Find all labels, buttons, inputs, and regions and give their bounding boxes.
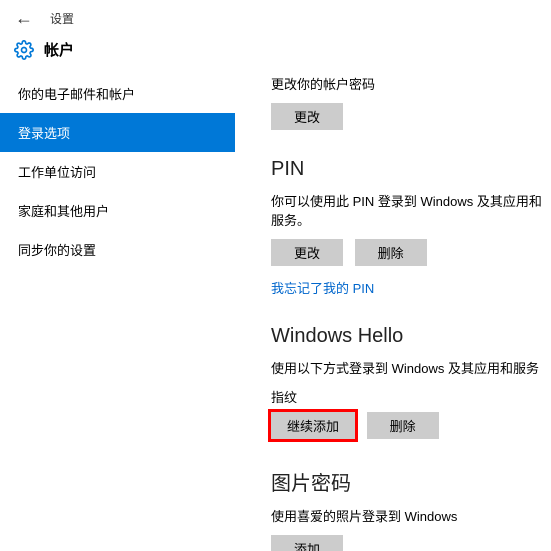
fingerprint-add-button[interactable]: 继续添加 (271, 412, 355, 439)
settings-header-label: 设置 (50, 10, 74, 27)
sidebar-item-label: 登录选项 (18, 126, 70, 141)
hello-section: Windows Hello 使用以下方式登录到 Windows 及其应用和服务 … (271, 325, 551, 439)
picture-add-button[interactable]: 添加 (271, 535, 343, 551)
page-title: 帐户 (44, 39, 74, 60)
password-section: 更改你的帐户密码 更改 (271, 74, 551, 130)
gear-icon (14, 40, 34, 60)
pin-section: PIN 你可以使用此 PIN 登录到 Windows 及其应用和服务。 更改 删… (271, 158, 551, 297)
picture-heading: 图片密码 (271, 467, 551, 496)
sidebar-item-work-access[interactable]: 工作单位访问 (0, 152, 235, 191)
sidebar-item-email-accounts[interactable]: 你的电子邮件和帐户 (0, 74, 235, 113)
fingerprint-delete-button[interactable]: 删除 (367, 412, 439, 439)
back-arrow-icon[interactable]: ← (14, 8, 34, 29)
sidebar-item-label: 同步你的设置 (18, 243, 96, 258)
picture-desc: 使用喜爱的照片登录到 Windows (271, 506, 551, 525)
sidebar-item-family-users[interactable]: 家庭和其他用户 (0, 191, 235, 230)
picture-password-section: 图片密码 使用喜爱的照片登录到 Windows 添加 (271, 467, 551, 551)
sidebar-item-signin-options[interactable]: 登录选项 (0, 113, 235, 152)
fingerprint-label: 指纹 (271, 387, 551, 406)
sidebar-item-label: 工作单位访问 (18, 165, 96, 180)
password-desc: 更改你的帐户密码 (271, 74, 551, 93)
pin-delete-button[interactable]: 删除 (355, 239, 427, 266)
sidebar-item-label: 家庭和其他用户 (18, 204, 109, 219)
content-area: 更改你的帐户密码 更改 PIN 你可以使用此 PIN 登录到 Windows 及… (235, 74, 551, 551)
pin-forgot-link[interactable]: 我忘记了我的 PIN (271, 278, 374, 297)
hello-heading: Windows Hello (271, 325, 551, 348)
pin-change-button[interactable]: 更改 (271, 239, 343, 266)
sidebar: 你的电子邮件和帐户 登录选项 工作单位访问 家庭和其他用户 同步你的设置 (0, 74, 235, 551)
pin-heading: PIN (271, 158, 551, 181)
pin-desc: 你可以使用此 PIN 登录到 Windows 及其应用和服务。 (271, 191, 551, 229)
sidebar-item-sync-settings[interactable]: 同步你的设置 (0, 230, 235, 269)
sidebar-item-label: 你的电子邮件和帐户 (18, 87, 135, 102)
hello-desc: 使用以下方式登录到 Windows 及其应用和服务 (271, 358, 551, 377)
password-change-button[interactable]: 更改 (271, 103, 343, 130)
